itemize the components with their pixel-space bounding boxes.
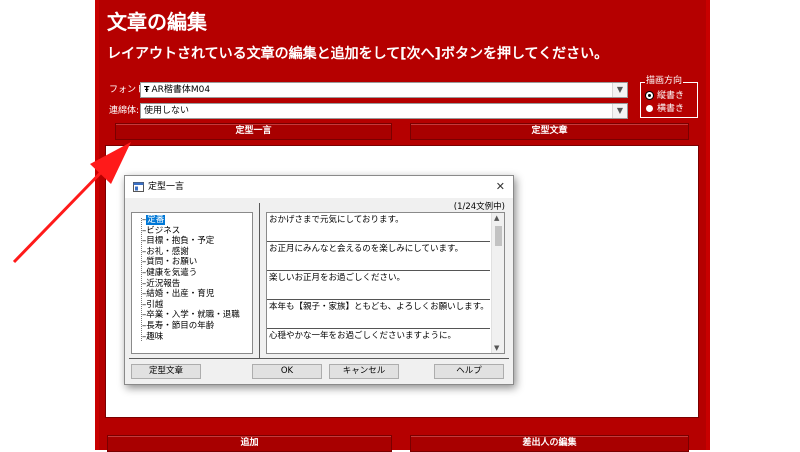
tree-item[interactable]: –趣味: [142, 332, 240, 343]
category-tree[interactable]: –定番 –ビジネス –目標・抱負・予定 –お礼・感謝 –質問・お願い –健康を気…: [131, 212, 253, 354]
radio-unselected-icon: [646, 105, 653, 112]
category-list: –定番 –ビジネス –目標・抱負・予定 –お礼・感謝 –質問・お願い –健康を気…: [142, 215, 240, 342]
ligature-select[interactable]: 使用しない ▼: [140, 103, 628, 119]
tree-item[interactable]: –引越: [142, 300, 240, 311]
add-button[interactable]: 追加: [107, 435, 392, 452]
list-item[interactable]: 楽しいお正月をお過ごしください。: [267, 271, 490, 300]
orientation-legend: 描画方向: [645, 75, 684, 87]
radio-horizontal[interactable]: 横書き: [646, 104, 684, 115]
instruction-text: レイアウトされている文章の編集と追加をして[次へ]ボタンを押してください。: [107, 46, 609, 62]
dialog-titlebar: 定型一言 ✕: [125, 176, 513, 198]
app-window-icon: [133, 182, 144, 192]
ligature-select-value: 使用しない: [144, 106, 190, 116]
list-item[interactable]: おかげさまで元気にしております。: [267, 213, 490, 242]
list-item[interactable]: 本年も【親子・家族】ともども、よろしくお願いします。: [267, 300, 490, 329]
scroll-down-icon[interactable]: ▼: [494, 344, 499, 352]
phrase-list[interactable]: おかげさまで元気にしております。 お正月にみんなと会えるのを楽しみにしています。…: [266, 212, 505, 354]
button-separator: [129, 358, 509, 359]
teikei-ichigen-dialog: 定型一言 ✕ –定番 –ビジネス –目標・抱負・予定 –お礼・感謝 –質問・お願…: [124, 175, 514, 385]
font-select-value: AR楷書体M04: [151, 85, 211, 95]
chevron-down-icon[interactable]: ▼: [612, 104, 627, 118]
font-select[interactable]: Ŧ AR楷書体M04 ▼: [140, 82, 628, 98]
tree-item[interactable]: –結婚・出産・育児: [142, 289, 240, 300]
phrase-count: (1/24文例中): [453, 202, 505, 212]
phrase-list-scrollbar[interactable]: ▲ ▼: [491, 213, 504, 353]
teikei-ichigen-button[interactable]: 定型一言: [115, 123, 392, 140]
tree-item[interactable]: –長寿・節目の年齢: [142, 321, 240, 332]
tree-item[interactable]: –定番: [142, 215, 240, 226]
tree-item[interactable]: –ビジネス: [142, 226, 240, 237]
tree-item[interactable]: –近況報告: [142, 279, 240, 290]
help-button[interactable]: ヘルプ: [434, 364, 504, 379]
window-right-edge: [706, 0, 710, 450]
radio-selected-icon: [646, 92, 653, 99]
tree-item[interactable]: –健康を気遣う: [142, 268, 240, 279]
pane-divider: [259, 203, 260, 358]
ligature-label: 連綿体:: [109, 106, 140, 116]
dialog-teikei-bunsho-button[interactable]: 定型文章: [131, 364, 201, 379]
dialog-title: 定型一言: [148, 182, 185, 192]
teikei-bunsho-button[interactable]: 定型文章: [410, 123, 689, 140]
close-icon[interactable]: ✕: [496, 176, 505, 198]
tree-item[interactable]: –質問・お願い: [142, 257, 240, 268]
truetype-font-icon: Ŧ: [144, 85, 150, 94]
window-title: 文章の編集: [107, 10, 207, 34]
window-left-edge: [95, 0, 99, 450]
ok-button[interactable]: OK: [252, 364, 322, 379]
chevron-down-icon[interactable]: ▼: [612, 83, 627, 97]
tree-item[interactable]: –目標・抱負・予定: [142, 236, 240, 247]
list-item[interactable]: お正月にみんなと会えるのを楽しみにしています。: [267, 242, 490, 271]
list-item[interactable]: 心穏やかな一年をお過ごしくださいますように。: [267, 329, 490, 353]
scroll-up-icon[interactable]: ▲: [494, 214, 499, 222]
sender-edit-button[interactable]: 差出人の編集: [410, 435, 689, 452]
radio-vertical[interactable]: 縦書き: [646, 91, 684, 102]
cancel-button[interactable]: キャンセル: [329, 364, 399, 379]
tree-item[interactable]: –卒業・入学・就職・退職: [142, 310, 240, 321]
scrollbar-thumb[interactable]: [495, 226, 502, 246]
tree-item[interactable]: –お礼・感謝: [142, 247, 240, 258]
